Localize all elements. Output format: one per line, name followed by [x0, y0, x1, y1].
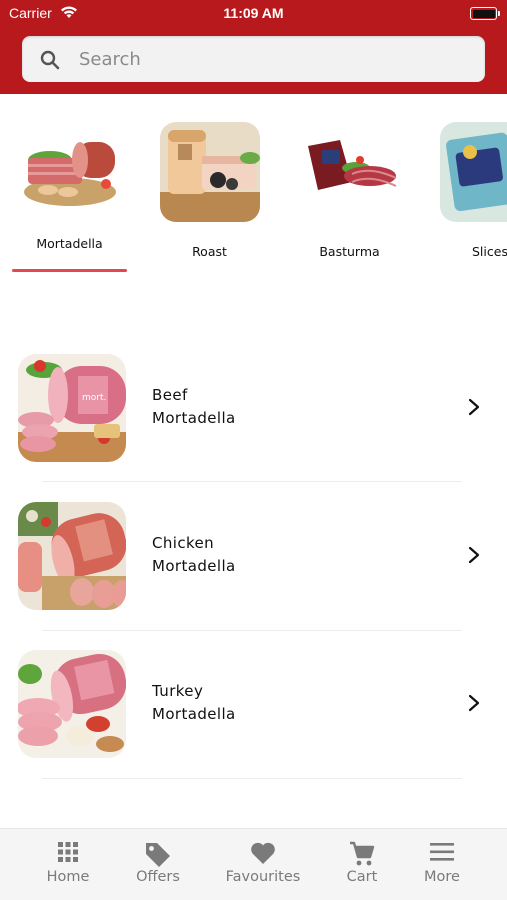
category-image	[19, 120, 120, 220]
category-slices[interactable]: Slices	[432, 122, 507, 259]
search-bar[interactable]	[22, 36, 485, 82]
search-icon	[40, 50, 60, 70]
product-image	[18, 650, 126, 758]
product-image: mort.	[18, 354, 126, 462]
category-basturma[interactable]: Basturma	[292, 122, 407, 259]
category-strip[interactable]: Mortadella Roast Basturma Slices	[0, 94, 507, 284]
menu-icon	[430, 843, 454, 861]
category-label: Mortadella	[36, 236, 103, 251]
category-label: Slices	[472, 244, 507, 259]
tab-favourites[interactable]: Favourites	[218, 829, 308, 900]
product-name: Beef Mortadella	[152, 386, 236, 427]
category-mortadella[interactable]: Mortadella	[12, 120, 127, 251]
tab-cart[interactable]: Cart	[322, 829, 402, 900]
tab-label: Offers	[136, 869, 180, 885]
grid-icon	[58, 842, 78, 862]
battery-icon	[470, 7, 500, 20]
tab-label: Favourites	[225, 869, 301, 885]
app-header: Carrier 11:09 AM	[0, 0, 507, 94]
divider	[42, 778, 462, 779]
tab-more[interactable]: More	[402, 829, 482, 900]
chevron-right-icon	[468, 546, 480, 564]
chevron-right-icon	[468, 694, 480, 712]
category-image	[440, 122, 507, 222]
product-name: Chicken Mortadella	[152, 534, 236, 575]
active-category-indicator	[12, 269, 127, 272]
product-image	[18, 502, 126, 610]
product-name: Turkey Mortadella	[152, 682, 236, 723]
tab-label: Cart	[346, 869, 378, 885]
category-roast[interactable]: Roast	[152, 122, 267, 259]
list-item-chicken-mortadella[interactable]: Chicken Mortadella	[0, 488, 507, 636]
category-label: Basturma	[319, 244, 380, 259]
tab-label: Home	[46, 869, 90, 885]
tab-label: More	[424, 869, 460, 885]
divider	[42, 630, 462, 631]
category-image	[299, 122, 400, 222]
status-bar: Carrier 11:09 AM	[0, 0, 507, 28]
category-label: Roast	[192, 244, 227, 259]
heart-icon	[251, 842, 275, 864]
svg-text:mort.: mort.	[82, 393, 106, 403]
divider	[42, 481, 462, 482]
search-input[interactable]	[79, 36, 469, 82]
tab-home[interactable]: Home	[28, 829, 108, 900]
bottom-tab-bar: Home Offers Favourites Cart More	[0, 828, 507, 900]
cart-icon	[350, 841, 375, 866]
tag-icon	[146, 843, 170, 867]
category-image	[159, 122, 260, 222]
status-time: 11:09 AM	[223, 5, 284, 21]
list-item-turkey-mortadella[interactable]: Turkey Mortadella	[0, 636, 507, 784]
list-item-beef-mortadella[interactable]: mort. Beef Mortadella	[0, 340, 507, 488]
tab-offers[interactable]: Offers	[118, 829, 198, 900]
chevron-right-icon	[468, 398, 480, 416]
